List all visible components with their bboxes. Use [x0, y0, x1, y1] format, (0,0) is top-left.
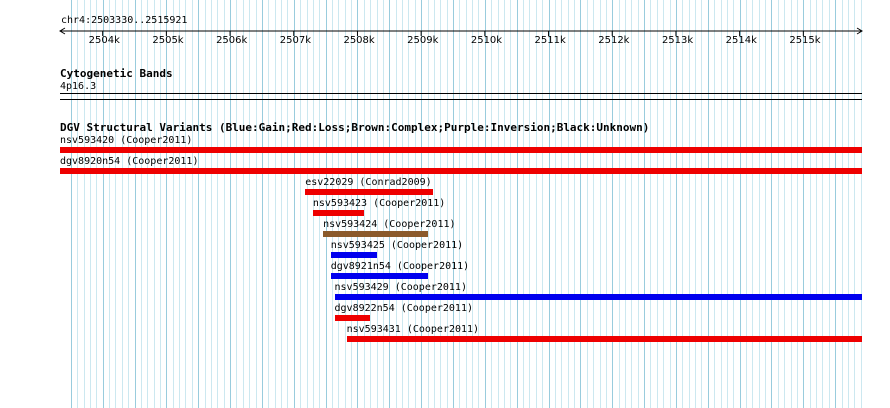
- variant-bar[interactable]: [330, 252, 377, 258]
- cytoband-line-bottom: [60, 99, 862, 100]
- variant-label[interactable]: nsv593420 (Cooper2011): [60, 135, 192, 146]
- ruler-tick-label: 2508k: [343, 35, 375, 46]
- variant-bar[interactable]: [312, 210, 365, 216]
- variant-label[interactable]: nsv593429 (Cooper2011): [335, 282, 467, 293]
- variant-bar[interactable]: [323, 231, 428, 237]
- variant-bar[interactable]: [60, 147, 862, 153]
- variant-label[interactable]: esv22029 (Conrad2009): [305, 177, 431, 188]
- variant-bar[interactable]: [334, 315, 371, 321]
- ruler-tick-label: 2504k: [88, 35, 120, 46]
- ruler-tick-label: 2513k: [661, 35, 694, 46]
- variant-bar[interactable]: [346, 336, 862, 342]
- ruler-tick-label: 2510k: [470, 35, 503, 46]
- cytoband-line-top: [60, 93, 862, 94]
- variant-label[interactable]: dgv8920n54 (Cooper2011): [60, 156, 198, 167]
- variant-bar[interactable]: [305, 189, 433, 195]
- dgv-track-title: DGV Structural Variants (Blue:Gain;Red:L…: [60, 121, 650, 134]
- ruler-tick-label: 2507k: [279, 35, 311, 46]
- ruler-tick-label: 2512k: [598, 35, 630, 46]
- cytoband-track-title: Cytogenetic Bands: [60, 67, 173, 80]
- variant-label[interactable]: dgv8922n54 (Cooper2011): [335, 303, 473, 314]
- variant-bar[interactable]: [330, 273, 428, 279]
- variant-label[interactable]: nsv593425 (Cooper2011): [331, 240, 463, 251]
- variant-label[interactable]: dgv8921n54 (Cooper2011): [331, 261, 469, 272]
- variant-bar[interactable]: [60, 168, 862, 174]
- variant-label[interactable]: nsv593424 (Cooper2011): [323, 219, 455, 230]
- ruler-tick-label: 2511k: [534, 35, 566, 46]
- ruler-tick-label: 2509k: [407, 35, 439, 46]
- ruler-tick-label: 2505k: [152, 35, 184, 46]
- variant-label[interactable]: nsv593431 (Cooper2011): [347, 324, 479, 335]
- ruler-tick-label: 2514k: [725, 35, 757, 46]
- ruler-tick-label: 2515k: [789, 35, 821, 46]
- cytoband-name: 4p16.3: [60, 81, 97, 92]
- variant-bar[interactable]: [334, 294, 862, 300]
- variant-label[interactable]: nsv593423 (Cooper2011): [313, 198, 445, 209]
- ruler-tick-label: 2506k: [216, 35, 248, 46]
